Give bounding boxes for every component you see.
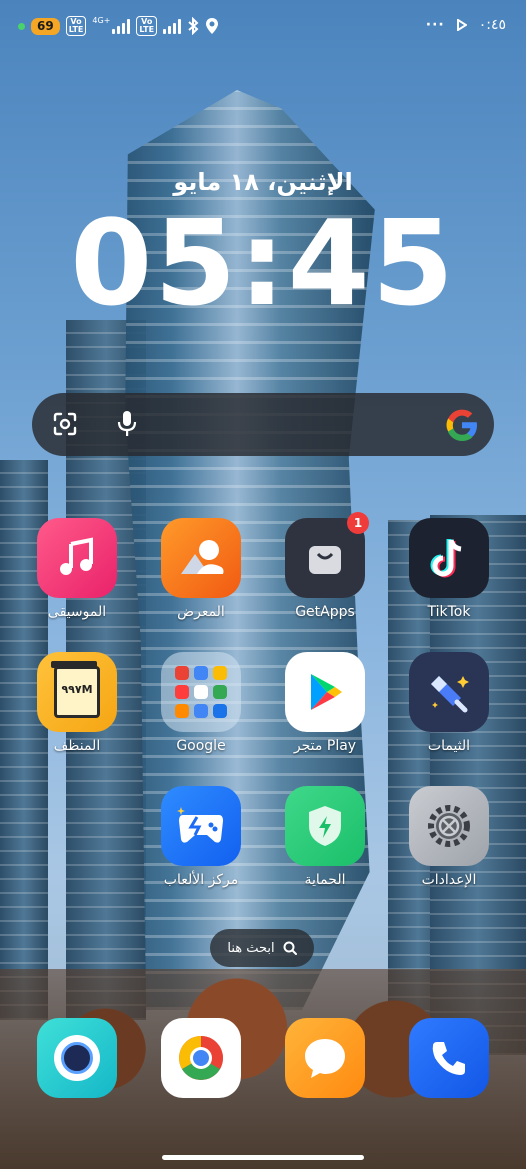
home-search-pill[interactable]: ابحث هنا [210,929,314,967]
app-label: Google [176,738,226,754]
bluetooth-icon [188,17,199,35]
google-logo-icon[interactable] [444,407,480,443]
tiktok-icon [409,518,489,598]
app-play-store[interactable]: متجر Play [270,652,380,754]
app-themes[interactable]: الثيمات [394,652,504,754]
clock-widget[interactable]: 05:45 [0,198,526,328]
folder-google[interactable]: Google [146,652,256,754]
battery-indicator: 69 [31,17,60,35]
app-label: الإعدادات [421,872,477,888]
app-label: مركز الألعاب [163,872,239,888]
status-bar: 69 Vo LTE 4G+ Vo LTE ··· ٠:٤٥ [0,0,526,52]
dock-phone[interactable] [394,1018,504,1098]
phone-icon [409,1018,489,1098]
app-label: متجر Play [293,738,357,754]
app-label: المعرض [177,604,225,620]
app-label: TikTok [427,604,471,620]
folder-icon [161,652,241,732]
more-indicator: ··· [425,17,445,33]
app-label: الحماية [304,872,346,888]
signal-icon-2 [163,18,182,34]
shield-icon [285,786,365,866]
app-tiktok[interactable]: TikTok [394,518,504,620]
gear-icon [409,786,489,866]
camera-icon [37,1018,117,1098]
app-getapps[interactable]: 1 GetApps [270,512,380,620]
app-label: الثيمات [427,738,471,754]
network-gen-label: 4G+ [92,16,111,25]
signal-icon [112,18,131,34]
dock-camera[interactable] [22,1018,132,1098]
message-bubble-icon [285,1018,365,1098]
gesture-nav-bar[interactable] [162,1155,364,1160]
search-icon [283,941,297,955]
google-lens-icon[interactable] [52,411,78,437]
home-search-label: ابحث هنا [227,940,275,956]
app-security[interactable]: الحماية [270,786,380,888]
app-music[interactable]: الموسيقى [22,518,132,620]
app-gallery[interactable]: المعرض [146,518,256,620]
dock-messages[interactable] [270,1018,380,1098]
app-settings[interactable]: الإعدادات [394,786,504,888]
app-label: الموسيقى [47,604,107,620]
play-store-icon [285,652,365,732]
volte-icon-2: Vo LTE [136,16,158,36]
app-game-center[interactable]: مركز الألعاب [146,786,256,888]
cleaner-value: ٩٩٧M [61,683,93,696]
location-icon [206,18,219,34]
app-label: المنظف [53,738,101,754]
app-label: GetApps [295,604,355,620]
play-indicator-icon [456,19,467,31]
date-label: الإثنين، ١٨ مايو [173,168,353,196]
microphone-icon[interactable] [116,409,138,439]
app-cleaner[interactable]: ٩٩٧M المنظف [22,652,132,754]
dock-chrome[interactable] [146,1018,256,1098]
gallery-icon [161,518,241,598]
gamepad-icon [161,786,241,866]
paint-brush-icon [409,652,489,732]
status-time: ٠:٤٥ [478,17,506,33]
google-search-bar[interactable] [32,393,494,456]
shopping-bag-icon: 1 [285,512,369,598]
volte-icon: Vo LTE [65,16,87,36]
privacy-dot [18,22,25,30]
notification-badge: 1 [347,512,369,534]
music-note-icon [37,518,117,598]
cleaner-bin-icon: ٩٩٧M [37,652,117,732]
chrome-icon [161,1018,241,1098]
